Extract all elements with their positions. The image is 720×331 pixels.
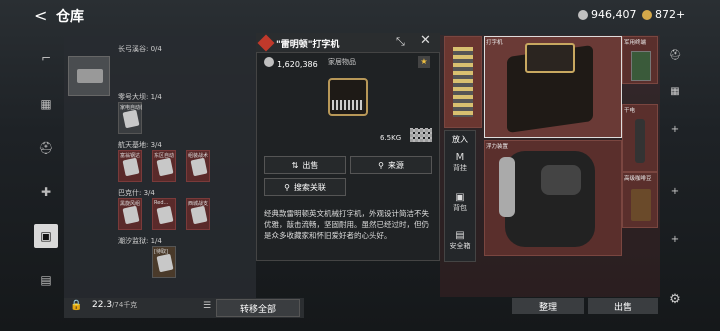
safebox-icon: ▤ (455, 230, 465, 241)
nav-medkit-icon[interactable]: ✚ (34, 180, 58, 204)
item-label: 干电 (624, 108, 636, 114)
search-icon: ⚲ (284, 182, 290, 192)
source-button[interactable]: ⚲ 来源 (350, 156, 432, 174)
item-slot[interactable]: 西城战支 (186, 198, 210, 230)
plus-icon[interactable]: + (664, 228, 686, 250)
price-value: 1,620,386 (277, 60, 318, 69)
put-label: 背挂 (453, 164, 467, 172)
item-name: "雷明顿"打字机 (276, 40, 340, 50)
sell-all-button[interactable]: 出售 (588, 298, 658, 314)
item-slot[interactable]: 组装战术 (186, 150, 210, 182)
right-nav: ⛑ ▦ + + + ⚙ (664, 40, 686, 307)
item-slot[interactable] (444, 36, 482, 128)
search-related-label: 搜索关联 (293, 182, 326, 192)
coin-icon (578, 9, 588, 20)
item-slot[interactable]: 黑旋风组 (118, 198, 142, 230)
section-label: 潮汐监狱: 1/4 (118, 237, 162, 245)
coin-icon (264, 57, 274, 67)
put-in-header: 放入 (452, 135, 468, 144)
put-backpack-button[interactable]: ▣ 背包 (446, 192, 474, 222)
search-icon: ⚲ (378, 160, 384, 170)
item-slot[interactable] (484, 140, 622, 256)
left-nav: ⌐ ▦ ⛑ ✚ ▣ ▤ (34, 40, 58, 300)
item-slot[interactable]: [待取] (152, 246, 176, 278)
section-label: 长弓溪谷: 0/4 (118, 45, 162, 53)
item-label: 打字机 (486, 40, 503, 46)
put-label: 安全箱 (449, 242, 471, 250)
slot-label: Red... (154, 200, 169, 206)
weight-value: 22.3 (92, 300, 113, 310)
close-icon[interactable]: ✕ (420, 33, 431, 48)
item-slot[interactable]: 富翁钢达 (118, 150, 142, 182)
favorite-star-icon[interactable]: ★ (418, 56, 430, 68)
nav-helmet-icon[interactable]: ⛑ (34, 136, 58, 160)
item-weight: 6.5KG (380, 134, 402, 142)
item-image (322, 70, 372, 120)
item-description: 经典款雷明顿英文机械打字机，外观设计简洁不失优雅，敲击流畅，坚固耐用。虽然已经过… (264, 209, 429, 240)
section-label: 零号大坝: 1/4 (118, 93, 162, 101)
item-label: 浮力装置 (486, 144, 509, 150)
source-label: 来源 (387, 160, 404, 170)
settings-gear-icon[interactable]: ⚙ (664, 288, 686, 310)
lock-icon: 🔒 (70, 300, 83, 311)
nav-vest-icon[interactable]: ▦ (34, 92, 58, 116)
put-sling-button[interactable]: M 背挂 (446, 152, 474, 182)
list-icon[interactable]: ☰ (203, 301, 211, 311)
typewriter-slot[interactable] (484, 36, 622, 138)
coin-gold-icon (642, 9, 652, 20)
item-slot[interactable]: Red... (152, 198, 176, 230)
item-label: 军用终端 (624, 40, 647, 46)
sort-button[interactable]: 整理 (512, 298, 584, 314)
item-slot[interactable]: 东区自动 (152, 150, 176, 182)
sling-icon: M (455, 152, 465, 163)
currency-1-value: 946,407 (591, 8, 637, 21)
back-button[interactable]: < (34, 6, 47, 25)
put-safebox-button[interactable]: ▤ 安全箱 (446, 230, 474, 260)
sell-icon: ⇅ (291, 160, 299, 170)
plus-icon[interactable]: + (664, 180, 686, 202)
plus-icon[interactable]: + (664, 118, 686, 140)
sell-label: 出售 (302, 160, 319, 170)
weight-readout: 22.3/74千克 (92, 300, 137, 310)
nav-backpack-icon[interactable]: ▣ (34, 224, 58, 248)
price-row: 1,620,386 (264, 57, 318, 69)
sell-button[interactable]: ⇅ 出售 (264, 156, 346, 174)
grid-size-icon (410, 128, 432, 142)
nav-gun-icon[interactable]: ⌐ (34, 46, 58, 70)
page-title: 仓库 (56, 9, 84, 25)
section-label: 航天基地: 3/4 (118, 141, 162, 149)
weight-unit: /74千克 (112, 301, 138, 309)
section-label: 巴克什: 3/4 (118, 189, 155, 197)
case-icon (77, 69, 103, 83)
put-label: 背包 (453, 204, 467, 212)
backpack-icon: ▣ (455, 192, 465, 203)
nav-box-icon[interactable]: ▤ (34, 268, 58, 292)
case-slot[interactable] (68, 56, 110, 96)
currency-2-value: 872+ (655, 8, 686, 21)
search-related-button[interactable]: ⚲ 搜索关联 (264, 178, 346, 196)
item-slot[interactable] (622, 104, 658, 172)
currency-1: 946,407 (578, 8, 637, 21)
currency-2[interactable]: 872+ (642, 8, 685, 21)
transfer-all-button[interactable]: 转移全部 (216, 299, 300, 317)
item-slot[interactable]: 家电自动装 (118, 102, 142, 134)
item-category: 家居物品 (328, 58, 356, 66)
vest-icon[interactable]: ▦ (664, 80, 686, 102)
item-label: 高级咖啡豆 (624, 176, 652, 182)
collapse-icon[interactable]: ⤡ (396, 35, 405, 49)
helmet-icon[interactable]: ⛑ (664, 44, 686, 66)
